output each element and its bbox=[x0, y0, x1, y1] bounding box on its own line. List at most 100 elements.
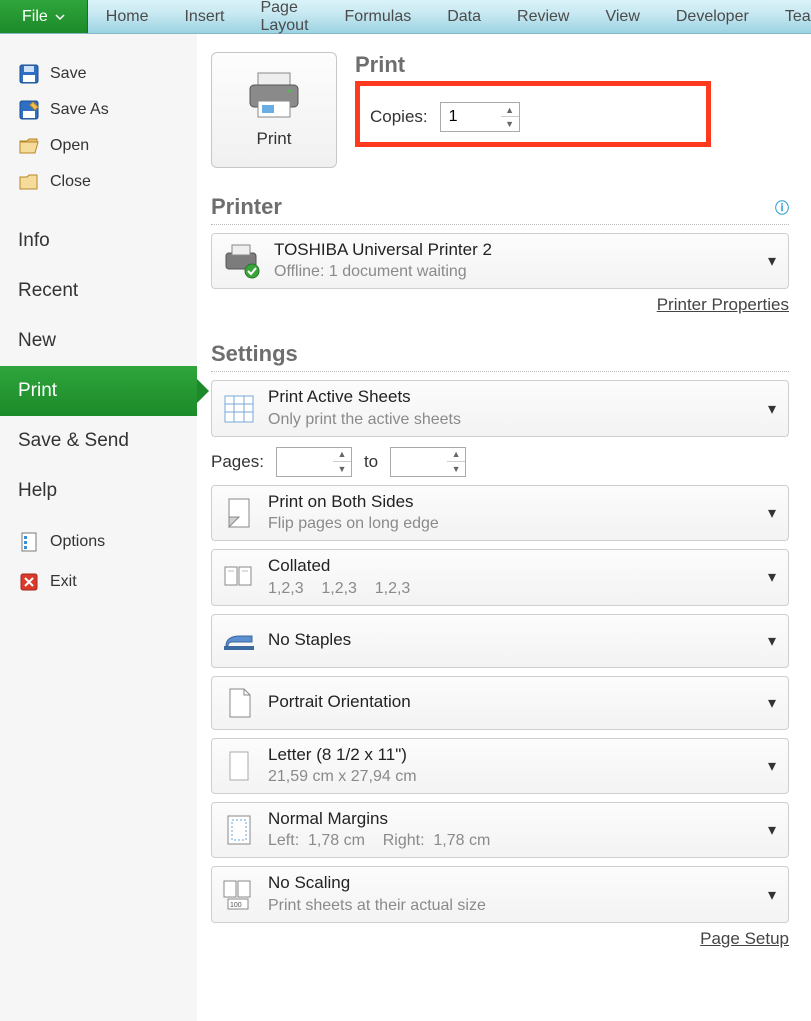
tab-home[interactable]: Home bbox=[88, 0, 167, 33]
tab-file[interactable]: File bbox=[0, 0, 88, 33]
printer-status-icon bbox=[222, 241, 262, 281]
tab-formulas[interactable]: Formulas bbox=[327, 0, 430, 33]
sidebar-item-label: New bbox=[18, 330, 56, 351]
page-setup-link[interactable]: Page Setup bbox=[700, 929, 789, 948]
pages-from-spinner[interactable]: ▲▼ bbox=[276, 447, 352, 477]
info-icon[interactable]: ⓘ bbox=[775, 198, 789, 218]
setting-sub: Flip pages on long edge bbox=[268, 514, 439, 534]
sidebar-item-label: Exit bbox=[50, 573, 77, 591]
pages-from-input[interactable] bbox=[277, 448, 333, 476]
ribbon: File Home Insert Page Layout Formulas Da… bbox=[0, 0, 811, 34]
spin-down-icon[interactable]: ▼ bbox=[447, 462, 465, 476]
sidebar-menu-help[interactable]: Help bbox=[0, 466, 197, 516]
tab-view[interactable]: View bbox=[587, 0, 657, 33]
tab-insert[interactable]: Insert bbox=[166, 0, 242, 33]
options-icon bbox=[18, 531, 40, 553]
sidebar-open[interactable]: Open bbox=[14, 128, 183, 164]
margins-icon bbox=[222, 810, 256, 850]
sidebar-item-label: Options bbox=[50, 533, 105, 551]
tab-label: Developer bbox=[676, 8, 749, 26]
pages-to-input[interactable] bbox=[391, 448, 447, 476]
copies-spinner[interactable]: ▲ ▼ bbox=[440, 102, 520, 132]
copies-label: Copies: bbox=[370, 107, 428, 127]
spin-down-icon[interactable]: ▼ bbox=[333, 462, 351, 476]
chevron-down-icon: ▾ bbox=[768, 251, 776, 271]
setting-staple[interactable]: No Staples ▾ bbox=[211, 614, 789, 668]
sidebar-close[interactable]: Close bbox=[14, 164, 183, 200]
backstage-sidebar: Save Save As Open Close bbox=[0, 34, 197, 1021]
chevron-down-icon: ▾ bbox=[768, 756, 776, 776]
sidebar-item-label: Print bbox=[18, 380, 57, 401]
printer-name: TOSHIBA Universal Printer 2 bbox=[274, 240, 492, 260]
settings-section-header: Settings bbox=[211, 341, 789, 372]
paper-icon bbox=[222, 746, 256, 786]
print-button-label: Print bbox=[257, 129, 292, 149]
exit-icon bbox=[18, 571, 40, 593]
setting-title: Normal Margins bbox=[268, 809, 490, 829]
sidebar-item-label: Recent bbox=[18, 280, 78, 301]
setting-sub: Left: 1,78 cm Right: 1,78 cm bbox=[268, 831, 490, 851]
setting-title: Collated bbox=[268, 556, 410, 576]
pages-to-spinner[interactable]: ▲▼ bbox=[390, 447, 466, 477]
sidebar-exit[interactable]: Exit bbox=[14, 562, 183, 602]
setting-paper-size[interactable]: Letter (8 1/2 x 11") 21,59 cm x 27,94 cm… bbox=[211, 738, 789, 794]
tab-label: Formulas bbox=[345, 8, 412, 26]
duplex-icon bbox=[222, 493, 256, 533]
tab-label: Page Layout bbox=[260, 0, 308, 35]
tab-page-layout[interactable]: Page Layout bbox=[242, 0, 326, 33]
printer-status: Offline: 1 document waiting bbox=[274, 262, 492, 282]
chevron-down-icon: ▾ bbox=[768, 503, 776, 523]
tab-label: View bbox=[605, 8, 639, 26]
print-header: Print bbox=[355, 52, 711, 83]
tab-developer[interactable]: Developer bbox=[658, 0, 767, 33]
copies-highlight: Copies: ▲ ▼ bbox=[355, 81, 711, 147]
sidebar-save-as[interactable]: Save As bbox=[14, 92, 183, 128]
setting-duplex[interactable]: Print on Both Sides Flip pages on long e… bbox=[211, 485, 789, 541]
sidebar-menu-print[interactable]: Print bbox=[0, 366, 197, 416]
tab-label: Insert bbox=[184, 8, 224, 26]
spin-up-icon[interactable]: ▲ bbox=[447, 448, 465, 462]
sidebar-menu-save-send[interactable]: Save & Send bbox=[0, 416, 197, 466]
setting-title: No Staples bbox=[268, 630, 351, 650]
sidebar-save[interactable]: Save bbox=[14, 56, 183, 92]
printer-dropdown[interactable]: TOSHIBA Universal Printer 2 Offline: 1 d… bbox=[211, 233, 789, 289]
tab-team[interactable]: Team bbox=[767, 0, 811, 33]
setting-print-area[interactable]: Print Active Sheets Only print the activ… bbox=[211, 380, 789, 436]
folder-open-icon bbox=[18, 135, 40, 157]
setting-margins[interactable]: Normal Margins Left: 1,78 cm Right: 1,78… bbox=[211, 802, 789, 858]
tab-label: Home bbox=[106, 8, 149, 26]
spin-up-icon[interactable]: ▲ bbox=[333, 448, 351, 462]
printer-properties-link[interactable]: Printer Properties bbox=[657, 295, 789, 314]
sidebar-item-label: Close bbox=[50, 173, 91, 191]
setting-sub: 21,59 cm x 27,94 cm bbox=[268, 767, 417, 787]
sidebar-menu-info[interactable]: Info bbox=[0, 216, 197, 266]
setting-scaling[interactable]: 100 No Scaling Print sheets at their act… bbox=[211, 866, 789, 922]
sidebar-item-label: Open bbox=[50, 137, 89, 155]
print-button[interactable]: Print bbox=[211, 52, 337, 168]
tab-file-label: File bbox=[22, 8, 48, 26]
sidebar-options[interactable]: Options bbox=[14, 522, 183, 562]
tab-review[interactable]: Review bbox=[499, 0, 587, 33]
tab-label: Review bbox=[517, 8, 569, 26]
copies-input[interactable] bbox=[441, 103, 501, 131]
setting-sub: Only print the active sheets bbox=[268, 410, 461, 430]
chevron-down-icon: ▾ bbox=[768, 820, 776, 840]
folder-close-icon bbox=[18, 171, 40, 193]
tab-label: Team bbox=[785, 8, 811, 26]
sidebar-menu-recent[interactable]: Recent bbox=[0, 266, 197, 316]
setting-collate[interactable]: Collated 1,2,3 1,2,3 1,2,3 ▾ bbox=[211, 549, 789, 605]
sidebar-menu-new[interactable]: New bbox=[0, 316, 197, 366]
print-backstage-content: Print Print Copies: ▲ ▼ bbox=[197, 34, 811, 1021]
spin-up-icon[interactable]: ▲ bbox=[501, 103, 519, 117]
sidebar-item-label: Save & Send bbox=[18, 430, 129, 451]
sidebar-item-label: Help bbox=[18, 480, 57, 501]
setting-sub: 1,2,3 1,2,3 1,2,3 bbox=[268, 579, 410, 599]
setting-orientation[interactable]: Portrait Orientation ▾ bbox=[211, 676, 789, 730]
tab-data[interactable]: Data bbox=[429, 0, 499, 33]
chevron-down-icon: ▾ bbox=[768, 567, 776, 587]
setting-title: Letter (8 1/2 x 11") bbox=[268, 745, 417, 765]
spin-down-icon[interactable]: ▼ bbox=[501, 117, 519, 131]
setting-title: No Scaling bbox=[268, 873, 486, 893]
pages-row: Pages: ▲▼ to ▲▼ bbox=[211, 447, 789, 477]
svg-text:100: 100 bbox=[230, 902, 242, 909]
